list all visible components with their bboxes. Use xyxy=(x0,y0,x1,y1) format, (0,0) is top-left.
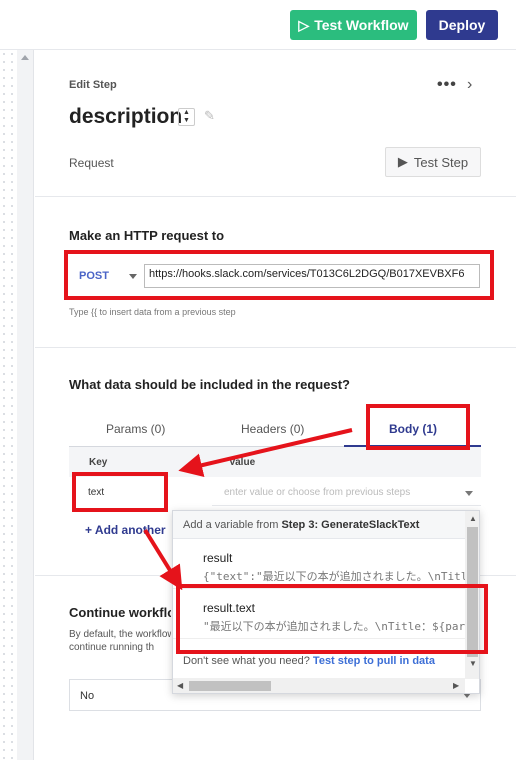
divider xyxy=(35,347,516,348)
annotation-box-key xyxy=(72,472,168,512)
popup-horizontal-thumb[interactable] xyxy=(189,681,271,691)
request-label: Request xyxy=(69,156,114,170)
body-heading: What data should be included in the requ… xyxy=(69,377,350,392)
annotation-box-url xyxy=(64,250,494,300)
popup-header: Add a variable from Step 3: GenerateSlac… xyxy=(173,511,479,539)
annotation-box-result-text xyxy=(176,584,488,654)
play-icon: ▶ xyxy=(397,154,408,169)
canvas-gutter xyxy=(0,50,17,760)
test-step-label: Test Step xyxy=(413,154,469,170)
popup-header-step: Step 3: GenerateSlackText xyxy=(281,519,420,531)
annotation-box-body-tab xyxy=(366,404,470,450)
url-hint: Type {{ to insert data from a previous s… xyxy=(69,307,236,317)
chevron-right-icon[interactable]: › xyxy=(467,76,472,94)
top-bar: ▷ Test Workflow Deploy xyxy=(0,0,516,50)
edit-step-label: Edit Step xyxy=(69,79,117,91)
chevron-down-icon[interactable] xyxy=(465,491,473,496)
column-value: Value xyxy=(229,457,256,468)
popup-footer-text: Don't see what you need? xyxy=(183,655,310,667)
option-value: {"text":"最近以下の本が追加されました。\nTitle xyxy=(203,570,465,583)
test-workflow-label: Test Workflow xyxy=(314,17,409,33)
pencil-icon[interactable]: ✎ xyxy=(204,108,215,124)
column-key: Key xyxy=(89,457,108,468)
scroll-up-arrow-icon[interactable]: ▲ xyxy=(469,514,477,523)
test-step-link[interactable]: Test step to pull in data xyxy=(313,655,435,667)
variable-option[interactable]: result {"text":"最近以下の本が追加されました。\nTitle xyxy=(173,541,465,589)
more-options-icon[interactable]: ••• xyxy=(437,76,457,94)
option-name: result xyxy=(203,551,233,565)
http-heading: Make an HTTP request to xyxy=(69,228,225,243)
scroll-right-arrow-icon[interactable]: ▶ xyxy=(453,681,459,690)
play-outline-icon: ▷ xyxy=(298,16,310,33)
tab-headers[interactable]: Headers (0) xyxy=(241,422,304,436)
continue-heading: Continue workflow xyxy=(69,605,171,620)
continue-desc-line: By default, the workflow xyxy=(69,629,171,640)
title-stepper[interactable]: ▲ ▼ xyxy=(178,108,195,126)
scroll-up-arrow-icon[interactable] xyxy=(21,55,29,60)
scroll-left-arrow-icon[interactable]: ◀ xyxy=(177,681,183,690)
continue-description: By default, the workflow continue runnin… xyxy=(69,628,171,654)
test-workflow-button[interactable]: ▷ Test Workflow xyxy=(290,10,417,40)
row-value-input[interactable]: enter value or choose from previous step… xyxy=(212,480,481,506)
deploy-button[interactable]: Deploy xyxy=(426,10,498,40)
test-step-button[interactable]: ▶ Test Step xyxy=(385,147,481,177)
scroll-down-arrow-icon[interactable]: ▼ xyxy=(469,659,477,668)
continue-desc-line: continue running th xyxy=(69,642,155,653)
popup-footer: Don't see what you need? Test step to pu… xyxy=(183,655,435,667)
add-another-button[interactable]: + Add another xyxy=(85,523,171,537)
panel-scrollbar[interactable] xyxy=(17,50,34,760)
step-title[interactable]: description xyxy=(69,105,182,129)
divider xyxy=(35,196,516,197)
tab-params[interactable]: Params (0) xyxy=(106,422,165,436)
popup-header-prefix: Add a variable from xyxy=(183,519,282,531)
